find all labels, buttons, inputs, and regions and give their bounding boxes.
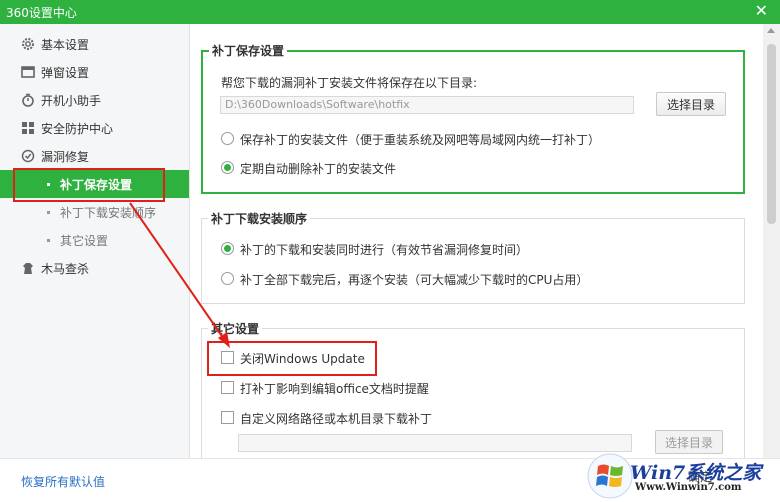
window-title: 360设置中心	[6, 6, 77, 20]
patch-save-path-input[interactable]: D:\360Downloads\Software\hotfix	[220, 96, 634, 114]
sidebar-item-vuln-fix[interactable]: 漏洞修复	[0, 142, 189, 170]
checkbox-label: 自定义网络路径或本机目录下载补丁	[240, 412, 433, 426]
radio-label: 定期自动删除补丁的安装文件	[240, 162, 397, 176]
sidebar-item-label: 木马查杀	[41, 261, 90, 276]
sidebar-item-label: 安全防护中心	[41, 121, 114, 136]
timer-icon	[21, 93, 35, 107]
sidebar: 基本设置 弹窗设置 开机小助手 安全防护中心 漏洞修复 补丁保存设置 补丁下载安…	[0, 24, 190, 458]
title-bar: 360设置中心 ✕	[0, 0, 780, 24]
gear-icon	[21, 37, 35, 51]
bullet-icon	[47, 238, 50, 242]
sidebar-subitem-label: 其它设置	[60, 233, 109, 248]
patch-save-legend: 补丁保存设置	[212, 44, 285, 58]
sidebar-item-startup[interactable]: 开机小助手	[0, 86, 189, 114]
sidebar-item-label: 漏洞修复	[41, 149, 90, 164]
radio-label: 补丁全部下载完后，再逐个安装（可大幅减少下载时的CPU占用）	[240, 273, 589, 287]
grid-icon	[21, 121, 35, 135]
horse-icon	[21, 261, 35, 275]
sidebar-item-label: 开机小助手	[41, 93, 102, 108]
bullet-icon	[47, 210, 50, 214]
radio-keep-patch-files[interactable]	[221, 132, 234, 145]
close-icon[interactable]: ✕	[755, 1, 768, 21]
radio-label: 补丁的下载和安装同时进行（有效节省漏洞修复时间）	[240, 243, 529, 257]
checkbox-label: 打补丁影响到编辑office文档时提醒	[240, 382, 429, 396]
radio-label: 保存补丁的安装文件（便于重装系统及网吧等局域网内统一打补丁）	[240, 133, 601, 147]
sidebar-subitem-label: 补丁下载安装顺序	[60, 205, 157, 220]
checkbox-custom-path[interactable]	[221, 411, 234, 424]
watermark-brand: Win7系统之家	[630, 462, 762, 484]
radio-download-then-install[interactable]	[221, 272, 234, 285]
sidebar-subitem-label: 补丁保存设置	[60, 177, 133, 192]
scroll-thumb[interactable]	[767, 44, 776, 224]
sidebar-item-basic[interactable]: 基本设置	[0, 30, 189, 58]
sidebar-item-label: 基本设置	[41, 37, 90, 52]
patch-icon	[21, 149, 35, 163]
scrollbar[interactable]	[763, 24, 780, 458]
sidebar-item-security[interactable]: 安全防护中心	[0, 114, 189, 142]
patch-save-description: 帮您下载的漏洞补丁安装文件将保存在以下目录:	[221, 76, 478, 90]
window-icon	[21, 65, 35, 79]
other-settings-legend: 其它设置	[211, 322, 260, 336]
bullet-icon	[47, 182, 50, 186]
sidebar-subitem-other[interactable]: 其它设置	[0, 226, 189, 254]
install-order-legend: 补丁下载安装顺序	[211, 212, 308, 226]
watermark-url: Www.Winwin7.com	[635, 482, 742, 493]
scroll-up-icon[interactable]	[767, 28, 775, 33]
custom-path-input[interactable]	[238, 434, 632, 452]
checkbox-label: 关闭Windows Update	[240, 352, 365, 366]
reset-defaults-link[interactable]: 恢复所有默认值	[21, 473, 105, 490]
checkbox-office-warning[interactable]	[221, 381, 234, 394]
choose-dir-button[interactable]: 选择目录	[656, 92, 726, 116]
sidebar-item-label: 弹窗设置	[41, 65, 90, 80]
sidebar-item-popup[interactable]: 弹窗设置	[0, 58, 189, 86]
checkbox-disable-windows-update[interactable]	[221, 351, 234, 364]
sidebar-subitem-patch-save[interactable]: 补丁保存设置	[0, 170, 189, 198]
sidebar-subitem-install-order[interactable]: 补丁下载安装顺序	[0, 198, 189, 226]
radio-auto-delete-patch-files[interactable]	[221, 161, 234, 174]
sidebar-item-trojan-scan[interactable]: 木马查杀	[0, 254, 189, 282]
radio-download-install-concurrent[interactable]	[221, 242, 234, 255]
